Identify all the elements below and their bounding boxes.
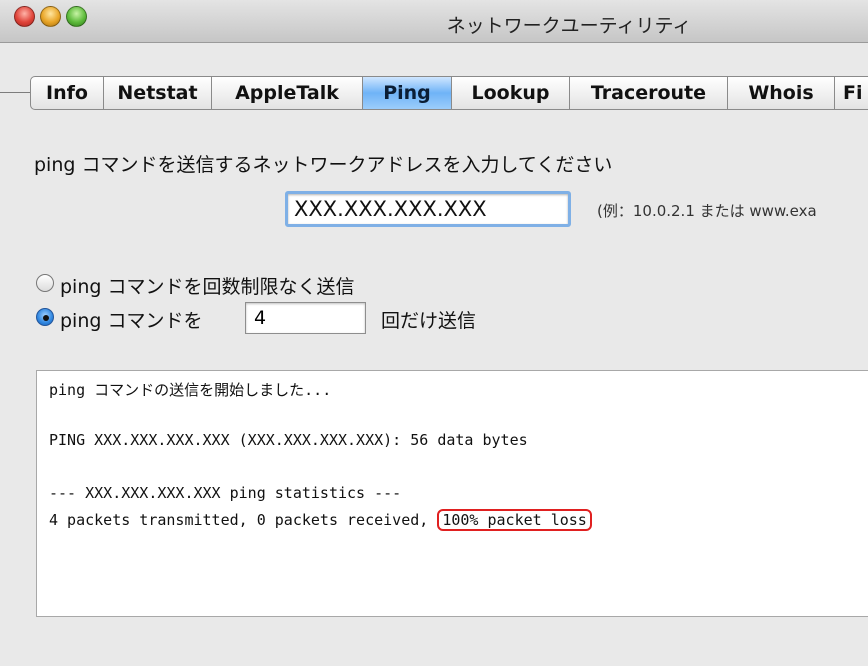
ping-count-input[interactable]: 4 [245,302,366,334]
tab-finger[interactable]: Fi [835,76,868,110]
tab-ping[interactable]: Ping [363,76,452,110]
tab-traceroute[interactable]: Traceroute [570,76,728,110]
tab-whois[interactable]: Whois [728,76,835,110]
address-input[interactable]: XXX.XXX.XXX.XXX [285,191,571,227]
output-line-ping: PING XXX.XXX.XXX.XXX (XXX.XXX.XXX.XXX): … [49,431,528,449]
output-line-stats: 4 packets transmitted, 0 packets receive… [49,509,592,531]
title-bar: ネットワークユーティリティ [0,0,868,43]
tab-netstat[interactable]: Netstat [104,76,212,110]
radio-count-label: ping コマンドを [60,310,203,332]
radio-count[interactable] [36,308,54,326]
output-line-stats-header: --- XXX.XXX.XXX.XXX ping statistics --- [49,484,402,502]
radio-unlimited[interactable] [36,274,54,292]
window-title: ネットワークユーティリティ [446,15,692,37]
tab-appletalk[interactable]: AppleTalk [212,76,363,110]
radio-unlimited-label: ping コマンドを回数制限なく送信 [60,276,355,298]
ping-count-suffix: 回だけ送信 [381,310,477,332]
address-prompt: ping コマンドを送信するネットワークアドレスを入力してください [34,154,613,176]
output-line-start: ping コマンドの送信を開始しました... [49,381,332,399]
packet-loss-highlight: 100% packet loss [437,509,592,531]
tab-bar: Info Netstat AppleTalk Ping Lookup Trace… [0,76,868,110]
radio-selected-dot [43,315,49,321]
ping-output-area[interactable]: ping コマンドの送信を開始しました... PING XXX.XXX.XXX.… [36,370,868,617]
tab-lookup[interactable]: Lookup [452,76,570,110]
address-example: (例：10.0.2.1 または www.exa [597,202,817,220]
tab-info[interactable]: Info [30,76,104,110]
output-stats-text: 4 packets transmitted, 0 packets receive… [49,511,429,529]
